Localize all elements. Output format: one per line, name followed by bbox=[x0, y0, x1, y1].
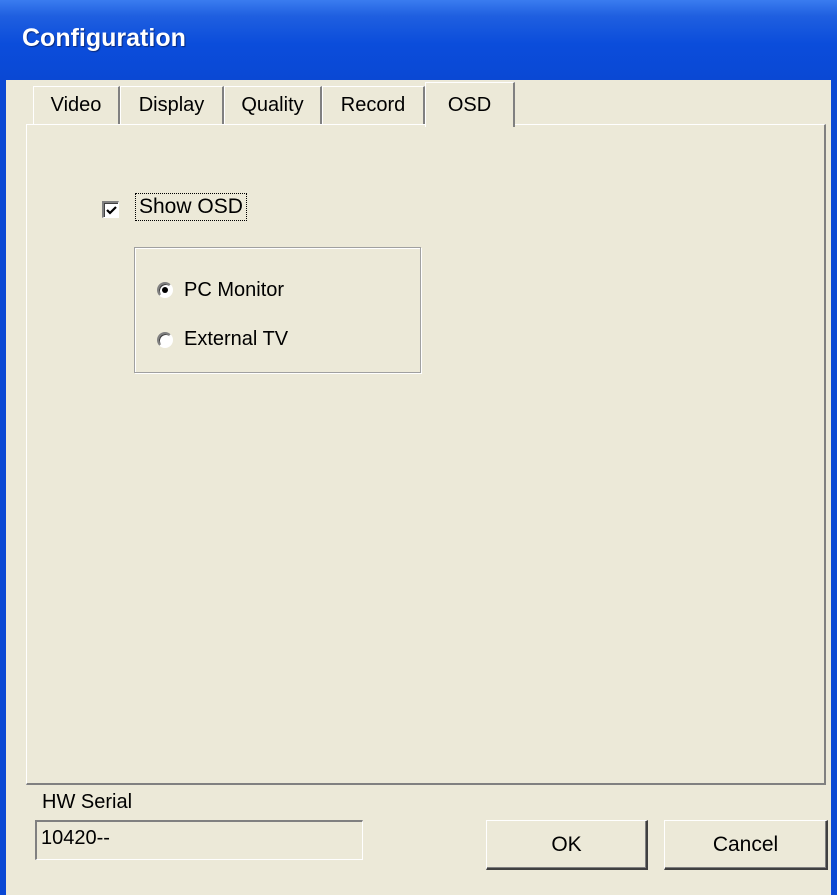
tab-label: Display bbox=[138, 94, 205, 116]
ok-button[interactable]: OK bbox=[486, 820, 648, 870]
show-osd-checkbox[interactable] bbox=[102, 201, 119, 218]
radio-pc-monitor[interactable] bbox=[157, 282, 173, 298]
window-border-right bbox=[831, 80, 837, 895]
tab-label: OSD bbox=[447, 93, 492, 116]
cancel-button[interactable]: Cancel bbox=[664, 820, 828, 870]
tab-panel-osd bbox=[26, 124, 826, 785]
tab-osd[interactable]: OSD bbox=[425, 82, 515, 127]
hw-serial-field: 10420-- bbox=[35, 820, 363, 860]
tab-quality[interactable]: Quality bbox=[224, 86, 322, 124]
tab-record[interactable]: Record bbox=[322, 86, 425, 124]
radio-label-pc-monitor[interactable]: PC Monitor bbox=[184, 279, 284, 302]
tab-label: Record bbox=[340, 94, 406, 116]
radio-selected-dot bbox=[162, 287, 168, 293]
checkmark-icon bbox=[105, 205, 117, 215]
radio-label-external-tv[interactable]: External TV bbox=[184, 328, 288, 351]
hw-serial-label: HW Serial bbox=[42, 791, 133, 813]
osd-output-group bbox=[134, 247, 421, 373]
tab-display[interactable]: Display bbox=[120, 86, 224, 124]
tab-label: Quality bbox=[241, 94, 304, 116]
tab-label: Video bbox=[50, 94, 102, 116]
radio-external-tv[interactable] bbox=[157, 332, 173, 348]
title-bar[interactable]: Configuration bbox=[0, 0, 837, 80]
window-title: Configuration bbox=[22, 24, 186, 52]
show-osd-label[interactable]: Show OSD bbox=[135, 193, 247, 221]
tab-video[interactable]: Video bbox=[33, 86, 120, 124]
